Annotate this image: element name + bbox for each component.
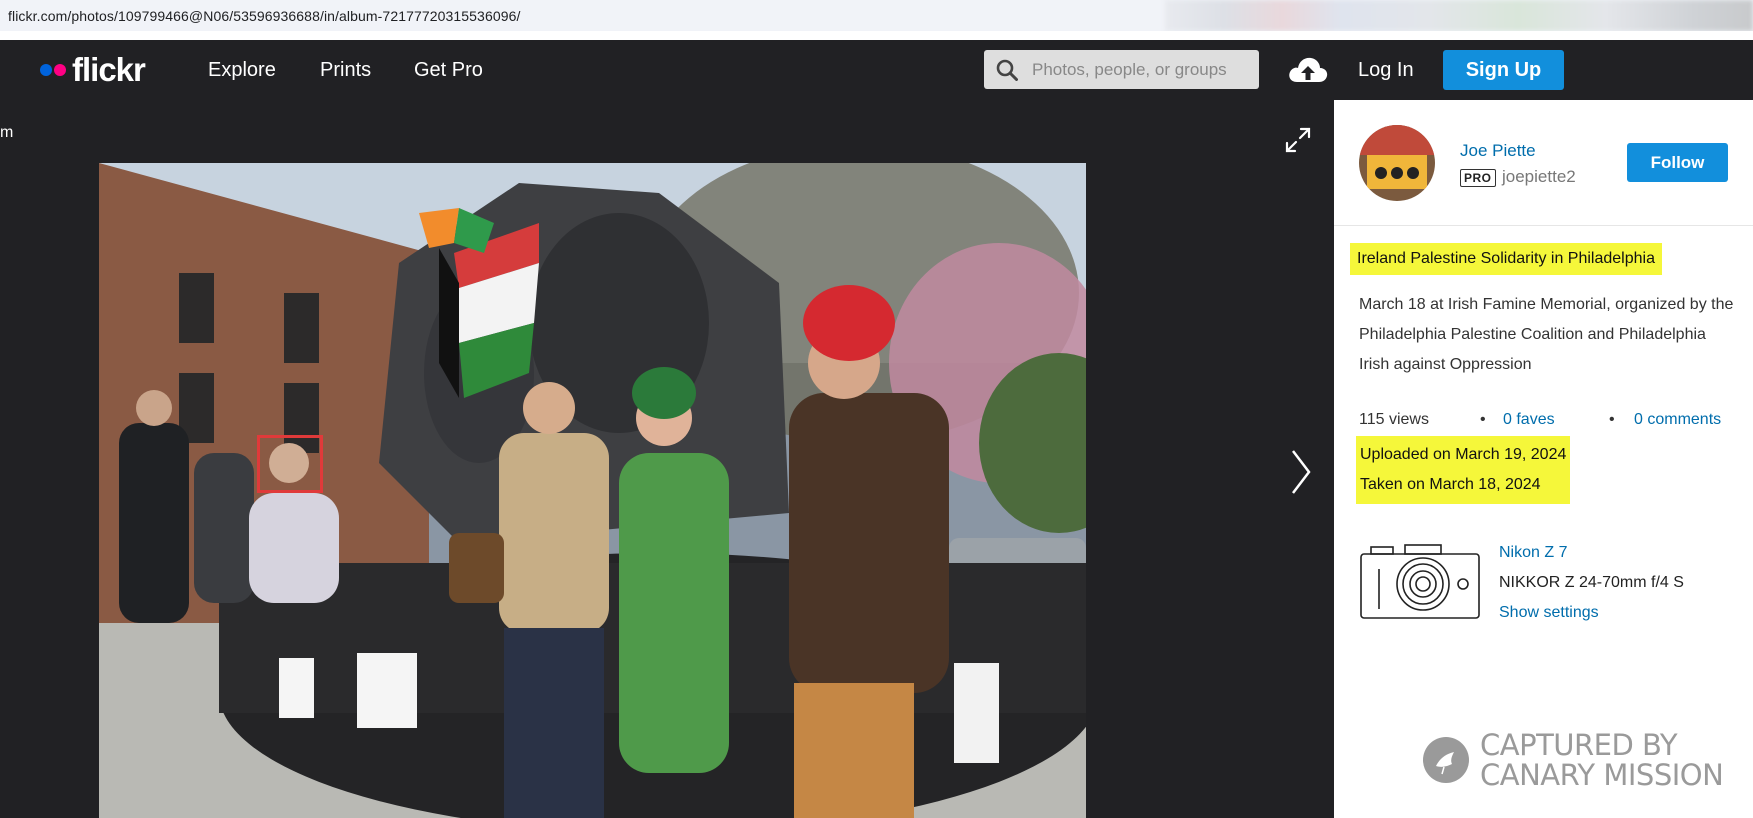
camera-icon (1360, 544, 1480, 619)
views-count: 115 views (1359, 411, 1429, 428)
nav-explore[interactable]: Explore (208, 40, 276, 100)
site-header: flickr Explore Prints Get Pro Log In Sig… (0, 40, 1753, 100)
taken-date: Taken on March 18, 2024 (1360, 476, 1541, 493)
browser-url-bar[interactable]: flickr.com/photos/109799466@N06/53596936… (0, 0, 1753, 40)
upload-cloud-icon[interactable] (1287, 54, 1329, 86)
main-photo[interactable] (99, 163, 1086, 818)
stage-edge-text: m (0, 124, 14, 141)
comments-link[interactable]: 0 comments (1634, 411, 1721, 429)
owner-handle: joepiette2 (1502, 167, 1576, 186)
url-text[interactable]: flickr.com/photos/109799466@N06/53596936… (8, 8, 520, 24)
search-icon[interactable] (996, 59, 1018, 81)
watermark-line-2: CANARY MISSION (1480, 758, 1724, 792)
show-settings-link[interactable]: Show settings (1499, 604, 1599, 622)
nav-prints[interactable]: Prints (320, 40, 371, 100)
watermark-line-1: CAPTURED BY (1480, 728, 1678, 762)
owner-avatar[interactable] (1359, 125, 1435, 201)
camera-model-link[interactable]: Nikon Z 7 (1499, 544, 1567, 562)
logo-pink-dot (54, 64, 66, 76)
lens-name: NIKKOR Z 24-70mm f/4 S (1499, 574, 1684, 591)
stats-bullet: • (1480, 411, 1486, 428)
uploaded-date: Uploaded on March 19, 2024 (1360, 446, 1567, 463)
photo-stats: 115 views • 0 faves • 0 comments (1359, 411, 1729, 431)
signup-button[interactable]: Sign Up (1443, 50, 1564, 90)
nav-get-pro[interactable]: Get Pro (414, 40, 483, 100)
login-link[interactable]: Log In (1358, 40, 1414, 100)
highlight-box (257, 435, 323, 493)
flickr-logo[interactable]: flickr (40, 51, 146, 88)
sidebar-divider (1334, 225, 1753, 226)
logo-text: flickr (72, 51, 146, 88)
faves-link[interactable]: 0 faves (1503, 411, 1555, 429)
canary-mission-watermark: CAPTURED BY CANARY MISSION (1422, 728, 1742, 792)
canary-bird-icon (1423, 737, 1469, 783)
photo-dates: Uploaded on March 19, 2024 Taken on Marc… (1356, 436, 1571, 504)
photo-illustration (99, 163, 1086, 818)
owner-name-link[interactable]: Joe Piette (1460, 141, 1536, 161)
avatar-image (1359, 125, 1435, 201)
pro-badge: PRO (1460, 169, 1496, 187)
photo-sidebar: Joe Piette PRO joepiette2 Follow Ireland… (1334, 100, 1753, 818)
photo-title: Ireland Palestine Solidarity in Philadel… (1350, 243, 1662, 275)
photo-stage: m (0, 100, 1334, 818)
search-box (984, 50, 1259, 89)
photo-description: March 18 at Irish Famine Memorial, organ… (1359, 296, 1734, 373)
next-arrow-icon[interactable] (1290, 448, 1312, 496)
expand-icon[interactable] (1284, 126, 1312, 154)
follow-button[interactable]: Follow (1627, 143, 1728, 182)
logo-blue-dot (40, 64, 52, 76)
stats-bullet: • (1609, 411, 1615, 428)
browser-toolbar-icons (1165, 0, 1753, 31)
search-input[interactable] (1032, 50, 1252, 89)
toolbar-separator (0, 31, 1753, 40)
